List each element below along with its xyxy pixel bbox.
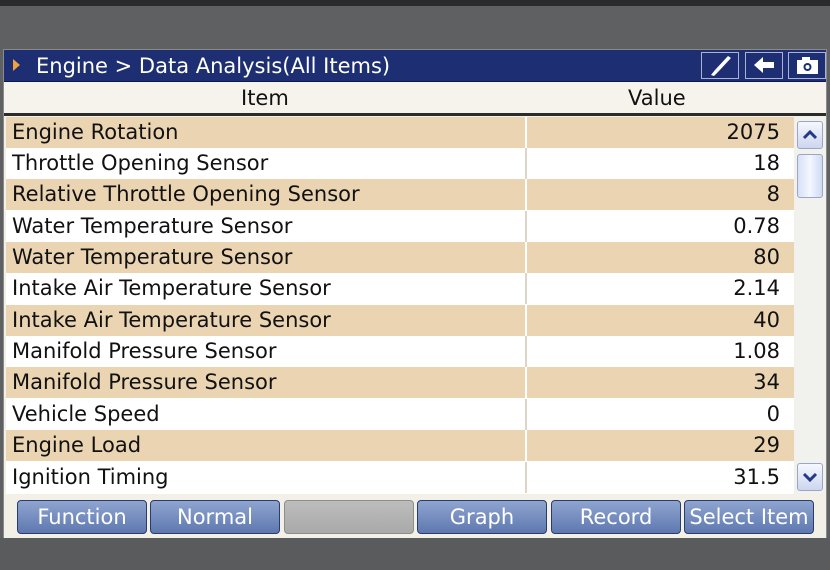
- row-item-label: Water Temperature Sensor: [12, 214, 293, 238]
- row-value: 31.5: [733, 465, 780, 489]
- row-value: 40: [753, 308, 780, 332]
- blank-button: [284, 500, 414, 534]
- row-item-label: Intake Air Temperature Sensor: [12, 276, 331, 300]
- row-value: 2075: [726, 120, 780, 144]
- table-row[interactable]: Vehicle Speed 0: [6, 399, 794, 430]
- row-value: 8: [766, 182, 780, 206]
- cell-divider: [525, 430, 527, 461]
- row-value: 0: [766, 402, 780, 426]
- table-row[interactable]: Intake Air Temperature Sensor 40: [6, 305, 794, 336]
- table-row[interactable]: Manifold Pressure Sensor 34: [6, 367, 794, 398]
- row-value: 2.14: [733, 276, 780, 300]
- row-item-label: Relative Throttle Opening Sensor: [12, 182, 360, 206]
- scroll-thumb[interactable]: [797, 154, 823, 198]
- row-value: 29: [753, 433, 780, 457]
- table-row[interactable]: Intake Air Temperature Sensor 2.14: [6, 273, 794, 304]
- cell-divider: [525, 148, 527, 179]
- table-row[interactable]: Relative Throttle Opening Sensor 8: [6, 179, 794, 210]
- row-value: 0.78: [733, 214, 780, 238]
- top-strip: [0, 0, 830, 6]
- normal-button[interactable]: Normal: [150, 500, 280, 534]
- column-header: Item Value: [4, 82, 826, 116]
- table-row[interactable]: Manifold Pressure Sensor 1.08: [6, 336, 794, 367]
- row-item-label: Vehicle Speed: [12, 402, 160, 426]
- scroll-down-button[interactable]: [797, 463, 823, 491]
- chevron-down-icon: [802, 472, 818, 483]
- cell-divider: [525, 211, 527, 242]
- breadcrumb-arrow-icon: [13, 59, 20, 71]
- row-value: 80: [753, 245, 780, 269]
- graph-button[interactable]: Graph: [417, 500, 547, 534]
- vertical-scrollbar[interactable]: [795, 117, 825, 494]
- record-button[interactable]: Record: [551, 500, 681, 534]
- row-item-label: Engine Rotation: [12, 120, 179, 144]
- table-row[interactable]: Ignition Timing 31.5: [6, 462, 794, 493]
- row-item-label: Engine Load: [12, 433, 142, 457]
- table-row[interactable]: Water Temperature Sensor 0.78: [6, 211, 794, 242]
- cell-divider: [525, 179, 527, 210]
- scroll-up-button[interactable]: [797, 121, 823, 149]
- back-arrow-icon: [754, 57, 774, 73]
- select-item-button[interactable]: Select Item: [684, 500, 814, 534]
- breadcrumb: Engine > Data Analysis(All Items): [36, 54, 391, 78]
- brush-button[interactable]: [701, 52, 739, 79]
- row-item-label: Water Temperature Sensor: [12, 245, 293, 269]
- cell-divider: [525, 117, 527, 148]
- row-item-label: Throttle Opening Sensor: [12, 151, 269, 175]
- column-header-item: Item: [241, 86, 289, 110]
- bottom-strip: [0, 538, 830, 570]
- function-toolbar: Function Normal Graph Record Select Item: [4, 498, 826, 538]
- function-button[interactable]: Function: [17, 500, 147, 534]
- brush-icon: [711, 56, 731, 76]
- title-bar: Engine > Data Analysis(All Items): [4, 50, 826, 82]
- row-item-label: Manifold Pressure Sensor: [12, 339, 277, 363]
- row-value: 18: [753, 151, 780, 175]
- screenshot-button[interactable]: [788, 52, 826, 79]
- cell-divider: [525, 399, 527, 430]
- table-row[interactable]: Water Temperature Sensor 80: [6, 242, 794, 273]
- table-row[interactable]: Throttle Opening Sensor 18: [6, 148, 794, 179]
- back-button[interactable]: [745, 52, 783, 79]
- row-item-label: Manifold Pressure Sensor: [12, 370, 277, 394]
- row-value: 1.08: [733, 339, 780, 363]
- row-item-label: Ignition Timing: [12, 465, 169, 489]
- column-header-value: Value: [628, 86, 686, 110]
- data-table[interactable]: Engine Rotation 2075 Throttle Opening Se…: [6, 117, 794, 494]
- data-analysis-panel: Engine > Data Analysis(All Items) Item V…: [3, 49, 827, 538]
- cell-divider: [525, 367, 527, 398]
- cell-divider: [525, 273, 527, 304]
- row-item-label: Intake Air Temperature Sensor: [12, 308, 331, 332]
- table-row[interactable]: Engine Load 29: [6, 430, 794, 461]
- cell-divider: [525, 305, 527, 336]
- table-row[interactable]: Engine Rotation 2075: [6, 117, 794, 148]
- row-value: 34: [753, 370, 780, 394]
- cell-divider: [525, 462, 527, 493]
- chevron-up-icon: [802, 129, 818, 140]
- cell-divider: [525, 336, 527, 367]
- camera-icon: [797, 57, 818, 74]
- cell-divider: [525, 242, 527, 273]
